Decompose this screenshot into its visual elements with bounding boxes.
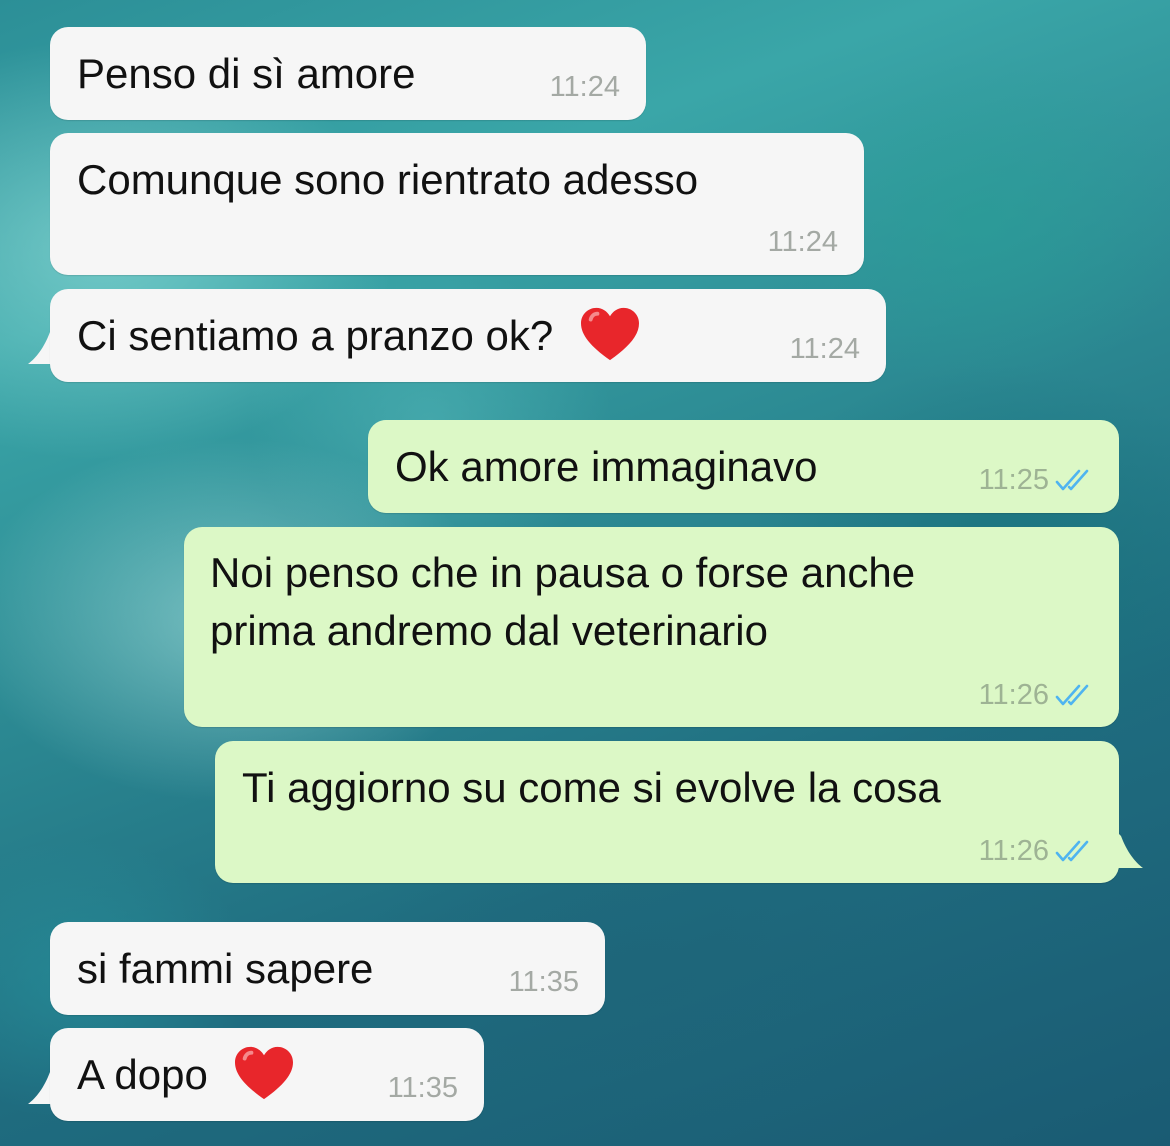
timestamp-text: 11:26 (978, 679, 1049, 711)
chat-thread: Penso di sì amore 11:24 Comunque sono ri… (0, 0, 1170, 1146)
timestamp-text: 11:26 (978, 835, 1049, 867)
message-timestamp: 11:26 (979, 679, 1097, 711)
message-timestamp: 11:35 (388, 1072, 458, 1104)
message-timestamp: 11:35 (509, 966, 579, 998)
message-bubble-outgoing[interactable]: Ok amore immaginavo 11:25 (368, 420, 1119, 513)
timestamp-text: 11:35 (387, 1072, 458, 1104)
timestamp-text: 11:25 (978, 464, 1049, 496)
message-bubble-incoming[interactable]: Ci sentiamo a pranzo ok? 11:24 (50, 289, 886, 382)
red-heart-icon (235, 1046, 294, 1100)
message-text-content: Ci sentiamo a pranzo ok? (77, 312, 554, 359)
message-timestamp: 11:26 (979, 835, 1097, 867)
message-text: si fammi sapere (77, 945, 374, 992)
read-receipt-icon (1055, 469, 1089, 491)
message-bubble-outgoing[interactable]: Noi penso che in pausa o forse anche pri… (184, 527, 1119, 727)
read-receipt-icon (1055, 684, 1089, 706)
message-text: A dopo (77, 1046, 295, 1104)
message-timestamp: 11:24 (768, 226, 838, 258)
message-bubble-incoming[interactable]: si fammi sapere 11:35 (50, 922, 605, 1015)
bubble-tail-icon (1113, 828, 1143, 868)
message-bubble-incoming[interactable]: Comunque sono rientrato adesso 11:24 (50, 133, 864, 275)
timestamp-text: 11:35 (508, 966, 579, 998)
read-receipt-icon (1055, 840, 1089, 862)
message-text: Penso di sì amore (77, 50, 416, 97)
message-bubble-incoming[interactable]: Penso di sì amore 11:24 (50, 27, 646, 120)
message-text: Ok amore immaginavo (395, 443, 818, 490)
message-text: Ti aggiorno su come si evolve la cosa (242, 764, 941, 811)
message-text-line-2: prima andremo dal veterinario (210, 607, 768, 654)
message-timestamp: 11:24 (790, 333, 860, 365)
message-timestamp: 11:24 (550, 71, 620, 103)
message-text-line-1: Noi penso che in pausa o forse anche (210, 549, 916, 596)
timestamp-text: 11:24 (767, 226, 838, 258)
red-heart-icon (580, 307, 639, 361)
message-text-content: A dopo (77, 1051, 208, 1098)
timestamp-text: 11:24 (789, 333, 860, 365)
message-bubble-incoming[interactable]: A dopo 11:35 (50, 1028, 484, 1121)
message-text: Comunque sono rientrato adesso (77, 156, 699, 203)
message-timestamp: 11:25 (979, 464, 1097, 496)
timestamp-text: 11:24 (549, 71, 620, 103)
message-text: Ci sentiamo a pranzo ok? (77, 307, 641, 365)
message-bubble-outgoing[interactable]: Ti aggiorno su come si evolve la cosa 11… (215, 741, 1119, 883)
